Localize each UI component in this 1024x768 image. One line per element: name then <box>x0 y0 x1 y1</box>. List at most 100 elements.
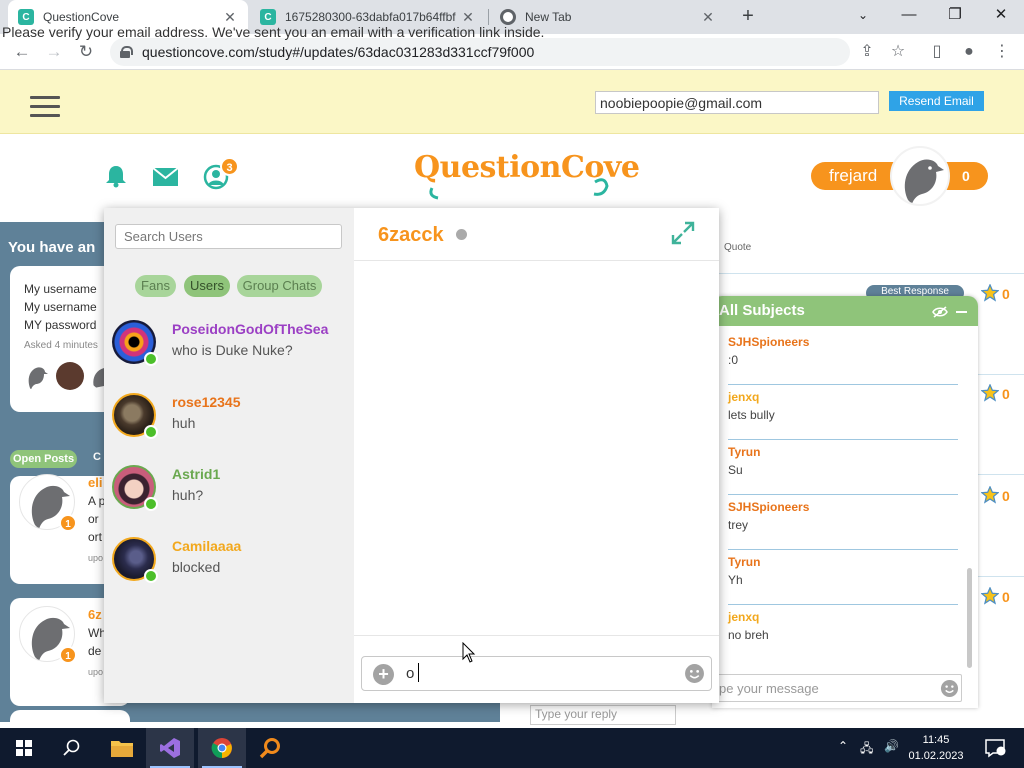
forward-button[interactable]: → <box>42 40 66 64</box>
contact-last-message: who is Duke Nuke? <box>172 342 293 358</box>
notifications-icon[interactable] <box>984 738 1006 758</box>
tab-title: QuestionCove <box>43 10 120 24</box>
emoji-icon[interactable] <box>940 679 959 698</box>
scrollbar[interactable] <box>967 568 972 668</box>
avatar[interactable] <box>56 362 84 390</box>
magnifier-button[interactable] <box>246 728 294 768</box>
filter-group-chats[interactable]: Group Chats <box>237 275 322 297</box>
post-line: ort <box>88 530 103 544</box>
chat-text: lets bully <box>728 408 775 422</box>
show-hidden-icons-icon[interactable]: ⌃ <box>838 739 848 753</box>
add-attachment-icon[interactable]: + <box>373 664 394 685</box>
post-author[interactable]: eli <box>88 475 102 490</box>
tab-closed-posts[interactable]: C <box>93 451 101 463</box>
share-icon[interactable]: ⇪ <box>855 40 879 64</box>
magnifier-app-icon <box>259 738 280 759</box>
conversation-peer-name[interactable]: 6zacck <box>378 224 444 247</box>
questioncove-favicon-icon: C <box>260 9 276 25</box>
expand-icon[interactable] <box>670 220 696 246</box>
url-omnibox[interactable]: questioncove.com/study#/updates/63dac031… <box>110 38 850 66</box>
windows-logo-icon <box>16 740 32 756</box>
filter-users[interactable]: Users <box>184 275 230 297</box>
taskbar-clock[interactable]: 11:45 01.02.2023 <box>900 732 972 764</box>
resend-email-button[interactable]: Resend Email <box>889 91 984 111</box>
star-icon[interactable] <box>981 284 999 302</box>
volume-icon[interactable]: 🔊 <box>884 739 899 753</box>
profile-icon[interactable]: ● <box>957 40 981 64</box>
card-line: My username <box>24 300 97 314</box>
contact-item[interactable]: PoseidonGodOfTheSea who is Duke Nuke? <box>104 314 354 382</box>
star-icon[interactable] <box>981 486 999 504</box>
chat-header[interactable]: All Subjects <box>712 296 978 326</box>
dolphin-avatar-icon <box>28 367 48 390</box>
card-line: MY password <box>24 318 97 332</box>
contact-item[interactable]: rose12345 huh <box>104 387 354 455</box>
back-button[interactable]: ← <box>10 40 34 64</box>
post-author[interactable]: 6z <box>88 607 102 622</box>
close-icon[interactable]: ✕ <box>460 9 476 25</box>
chat-user[interactable]: Tyrun <box>728 555 760 569</box>
contact-last-message: huh <box>172 415 196 431</box>
card-line: My username <box>24 282 97 296</box>
direct-messages-popup: Search Users Fans Users Group Chats Pose… <box>104 208 719 703</box>
tab-open-posts[interactable]: Open Posts <box>10 450 77 468</box>
avatar[interactable] <box>890 146 950 206</box>
tab-search-chevron-icon[interactable]: ⌄ <box>840 0 886 30</box>
quote-link[interactable]: Quote <box>724 242 751 253</box>
search-users-input[interactable]: Search Users <box>115 224 342 249</box>
search-button[interactable] <box>48 728 96 768</box>
reload-button[interactable]: ↻ <box>74 40 98 64</box>
chrome-button[interactable] <box>198 728 246 768</box>
asked-time: Asked 4 minutes <box>24 340 98 351</box>
lock-icon[interactable] <box>120 46 133 58</box>
star-icon[interactable] <box>981 587 999 605</box>
post-badge: 1 <box>59 514 77 532</box>
chat-user[interactable]: SJHSpioneers <box>728 335 809 349</box>
minimize-icon[interactable] <box>956 311 967 313</box>
menu-kebab-icon[interactable]: ⋮ <box>990 40 1014 64</box>
filter-fans[interactable]: Fans <box>135 275 176 297</box>
chat-message: Tyrun Yh <box>728 550 958 605</box>
search-icon <box>63 739 80 756</box>
eye-slash-icon[interactable] <box>932 306 948 318</box>
restore-button[interactable]: ❐ <box>932 0 978 30</box>
post-card[interactable] <box>10 710 130 730</box>
emoji-icon[interactable] <box>684 663 705 684</box>
online-indicator <box>144 497 158 511</box>
start-button[interactable] <box>0 728 48 768</box>
network-icon[interactable]: 🖧 <box>860 739 873 760</box>
file-explorer-button[interactable] <box>98 728 146 768</box>
online-indicator <box>144 352 158 366</box>
star-count: 0 <box>1002 589 1010 605</box>
close-window-button[interactable]: ✕ <box>978 0 1024 30</box>
star-icon[interactable] <box>981 384 999 402</box>
bookmark-star-icon[interactable]: ☆ <box>886 40 910 64</box>
notification-badge: 3 <box>220 157 239 176</box>
close-icon[interactable]: ✕ <box>222 9 238 25</box>
contact-item[interactable]: Astrid1 huh? <box>104 459 354 527</box>
chat-user[interactable]: SJHSpioneers <box>728 500 809 514</box>
visual-studio-button[interactable] <box>146 728 194 768</box>
contact-item[interactable]: Camilaaaa blocked <box>104 531 354 599</box>
chat-user[interactable]: jenxq <box>728 610 759 624</box>
logo-text: QuestionCove <box>414 150 640 185</box>
avatar[interactable] <box>22 362 50 390</box>
email-field[interactable] <box>595 91 879 114</box>
close-icon[interactable]: ✕ <box>700 9 716 25</box>
hamburger-menu-icon[interactable] <box>30 96 60 118</box>
message-input[interactable]: + o <box>361 656 712 691</box>
chat-message-input[interactable]: pe your message <box>712 674 962 702</box>
offline-indicator <box>456 229 467 240</box>
chat-user[interactable]: Tyrun <box>728 445 760 459</box>
reply-input[interactable]: Type your reply <box>530 705 676 725</box>
new-tab-button[interactable]: + <box>737 5 759 27</box>
bell-icon[interactable] <box>105 164 127 188</box>
chat-message: jenxq lets bully <box>728 385 958 440</box>
chat-message: Tyrun Su <box>728 440 958 495</box>
minimize-button[interactable]: — <box>886 0 932 30</box>
chat-user[interactable]: jenxq <box>728 390 759 404</box>
mail-icon[interactable] <box>152 167 179 187</box>
side-panel-icon[interactable]: ▯ <box>925 40 949 64</box>
chat-text: trey <box>728 518 749 532</box>
contact-name: PoseidonGodOfTheSea <box>172 321 329 337</box>
